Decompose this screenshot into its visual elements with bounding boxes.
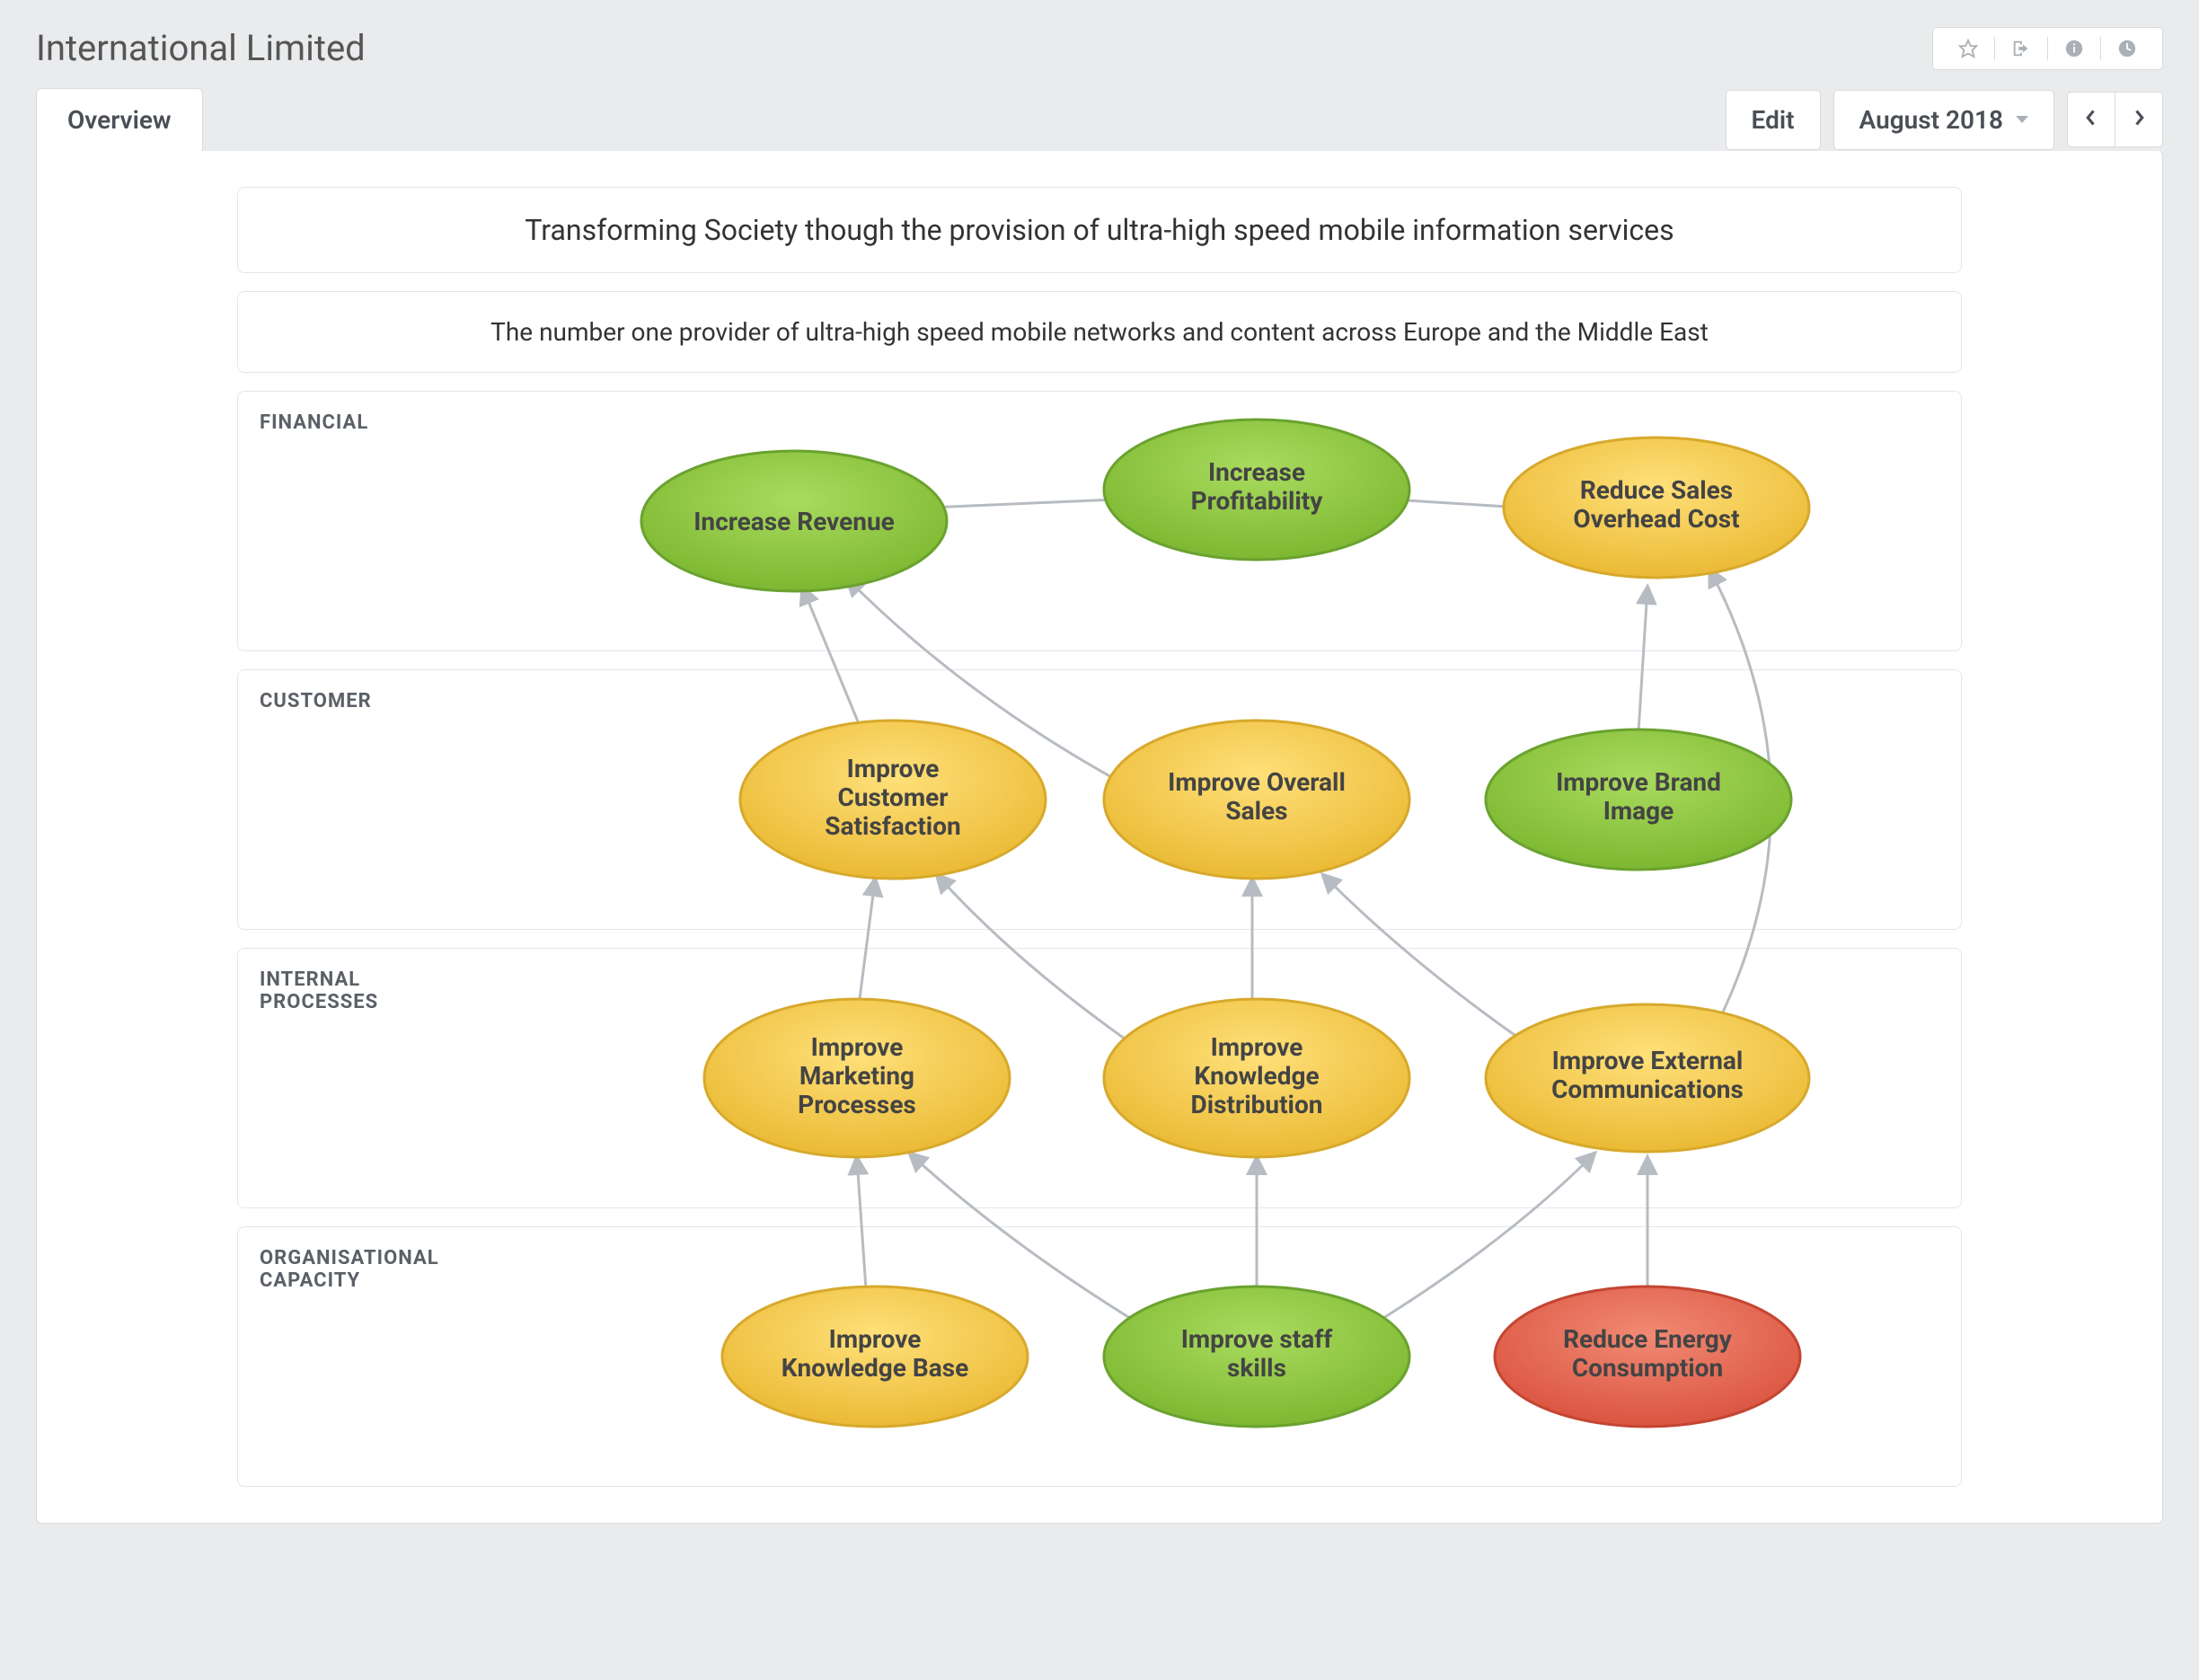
strategy-map-canvas: Increase Revenue Increase Profitability … [237, 391, 1962, 1487]
svg-text:Distribution: Distribution [1191, 1090, 1323, 1119]
arrow-layer [803, 499, 1771, 1343]
favourite-icon[interactable] [1942, 33, 1994, 64]
svg-text:Marketing: Marketing [799, 1061, 914, 1091]
history-icon[interactable] [2101, 33, 2153, 64]
node-reduce-energy-consumption[interactable]: Reduce Energy Consumption [1495, 1287, 1800, 1427]
svg-text:Customer: Customer [838, 783, 949, 812]
svg-text:Satisfaction: Satisfaction [825, 811, 960, 841]
svg-text:Improve: Improve [829, 1324, 922, 1354]
period-nav [2067, 92, 2163, 147]
node-improve-knowledge-distribution[interactable]: Improve Knowledge Distribution [1104, 999, 1409, 1157]
svg-text:Improve: Improve [847, 754, 940, 783]
period-selector[interactable]: August 2018 [1833, 90, 2054, 150]
svg-text:Knowledge: Knowledge [1194, 1061, 1319, 1091]
svg-text:Image: Image [1603, 796, 1674, 826]
node-increase-revenue[interactable]: Increase Revenue [641, 451, 947, 591]
vision-card: The number one provider of ultra-high sp… [237, 291, 1962, 373]
svg-text:Sales: Sales [1225, 796, 1287, 826]
node-reduce-sales-overhead-cost[interactable]: Reduce Sales Overhead Cost [1504, 438, 1809, 578]
info-icon[interactable] [2048, 33, 2100, 64]
chevron-down-icon [2016, 116, 2028, 123]
svg-text:Increase Revenue: Increase Revenue [693, 507, 895, 536]
svg-text:Improve Brand: Improve Brand [1556, 767, 1721, 797]
export-icon[interactable] [1995, 33, 2047, 64]
page-actions-toolbar [1932, 27, 2163, 70]
period-prev-button[interactable] [2068, 93, 2115, 146]
svg-text:Overhead Cost: Overhead Cost [1573, 504, 1739, 534]
svg-text:Improve Overall: Improve Overall [1168, 767, 1346, 797]
svg-text:Communications: Communications [1551, 1074, 1744, 1104]
mission-card: Transforming Society though the provisio… [237, 187, 1962, 273]
node-improve-staff-skills[interactable]: Improve staff skills [1104, 1287, 1409, 1427]
node-improve-marketing-processes[interactable]: Improve Marketing Processes [704, 999, 1010, 1157]
node-improve-external-communications[interactable]: Improve External Communications [1486, 1004, 1809, 1152]
svg-text:Consumption: Consumption [1572, 1353, 1723, 1383]
period-next-button[interactable] [2115, 93, 2162, 146]
node-improve-customer-satisfaction[interactable]: Improve Customer Satisfaction [740, 721, 1046, 879]
page-title: International Limited [36, 27, 366, 69]
svg-text:Increase: Increase [1208, 457, 1305, 487]
node-improve-overall-sales[interactable]: Improve Overall Sales [1104, 721, 1409, 879]
svg-text:Improve: Improve [811, 1032, 904, 1062]
period-label: August 2018 [1859, 105, 2003, 135]
svg-text:skills: skills [1227, 1353, 1286, 1383]
svg-text:Improve: Improve [1211, 1032, 1303, 1062]
svg-text:Profitability: Profitability [1191, 486, 1324, 516]
svg-text:Knowledge Base: Knowledge Base [782, 1353, 969, 1383]
svg-text:Reduce Sales: Reduce Sales [1580, 475, 1733, 505]
svg-text:Processes: Processes [798, 1090, 916, 1119]
edit-button[interactable]: Edit [1726, 90, 1821, 150]
svg-text:Improve staff: Improve staff [1181, 1324, 1334, 1354]
tab-overview[interactable]: Overview [36, 88, 203, 151]
node-increase-profitability[interactable]: Increase Profitability [1104, 420, 1409, 560]
svg-text:Reduce Energy: Reduce Energy [1563, 1324, 1733, 1354]
node-improve-knowledge-base[interactable]: Improve Knowledge Base [722, 1287, 1028, 1427]
node-improve-brand-image[interactable]: Improve Brand Image [1486, 729, 1791, 870]
svg-text:Improve External: Improve External [1552, 1046, 1744, 1075]
